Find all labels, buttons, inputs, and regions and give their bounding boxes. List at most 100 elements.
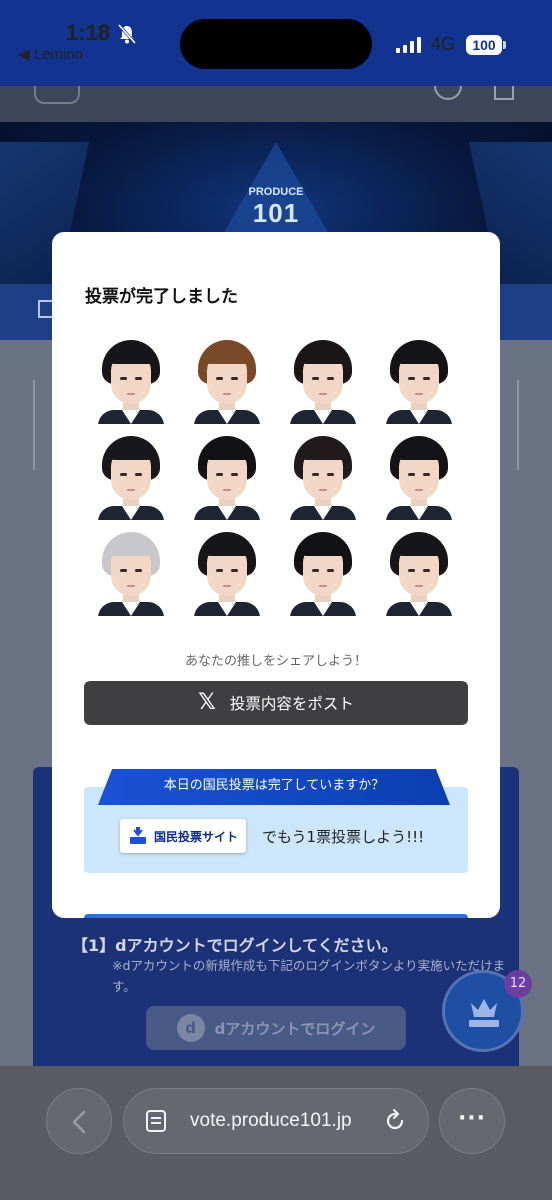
x-logo-icon: 𝕏 [198, 690, 216, 715]
trainee-photo [94, 434, 168, 520]
national-vote-site-link[interactable]: 国民投票サイト [120, 819, 246, 853]
trainee-photo [190, 338, 264, 424]
portrait-eye-r [327, 377, 334, 380]
portrait-eye-r [135, 377, 142, 380]
portrait-eye-r [327, 569, 334, 572]
portrait-eye-l [408, 569, 415, 572]
portrait-mouth [415, 489, 423, 491]
portrait-bangs [204, 344, 250, 364]
bell-slash-icon [118, 24, 136, 44]
share-icon[interactable] [494, 86, 514, 100]
portrait-bangs [396, 536, 442, 556]
trainee-photo [382, 338, 456, 424]
modal-title: 投票が完了しました [85, 287, 238, 307]
portrait-eye-l [312, 569, 319, 572]
trainee-photo [94, 530, 168, 616]
battery-indicator: 100 [466, 35, 502, 55]
divider-right [517, 380, 519, 470]
chevron-left-icon [72, 1110, 86, 1134]
portrait-mouth [415, 393, 423, 395]
site-chip-label: 国民投票サイト [154, 829, 239, 844]
tabs-icon[interactable] [144, 1108, 170, 1134]
share-prompt: あなたの推しをシェアしよう！ [184, 654, 367, 669]
trainee-photo [382, 530, 456, 616]
user-icon[interactable] [434, 86, 462, 100]
portrait-mouth [319, 489, 327, 491]
network-type: 4G [431, 34, 456, 54]
d-account-login-button[interactable]: d dアカウントでログイン [146, 1006, 406, 1050]
trainee-photo [286, 434, 360, 520]
portrait-mouth [127, 585, 135, 587]
portrait-eye-l [216, 569, 223, 572]
trainee-photo [382, 434, 456, 520]
step-title: 【1】dアカウントでログインしてください。 [72, 936, 398, 955]
site-logo[interactable] [34, 86, 80, 104]
portrait-mouth [223, 489, 231, 491]
login-button-label: dアカウントでログイン [214, 1019, 376, 1038]
portrait-eye-r [327, 473, 334, 476]
modal-scroll-peek [84, 914, 468, 918]
trainee-photo [286, 338, 360, 424]
portrait-mouth [319, 393, 327, 395]
portrait-eye-l [120, 569, 127, 572]
portrait-bangs [396, 344, 442, 364]
post-button-label: 投票内容をポスト [229, 695, 354, 713]
portrait-eye-r [423, 473, 430, 476]
d-account-icon: d [176, 1014, 205, 1042]
status-time: 1:18 [66, 20, 111, 45]
portrait-bangs [396, 440, 442, 460]
portrait-eye-r [231, 473, 238, 476]
portrait-eye-r [135, 473, 142, 476]
portrait-eye-l [408, 377, 415, 380]
portrait-mouth [415, 585, 423, 587]
portrait-eye-l [120, 377, 127, 380]
portrait-bangs [300, 536, 346, 556]
trainee-photo [190, 530, 264, 616]
portrait-eye-r [231, 377, 238, 380]
portrait-bangs [300, 440, 346, 460]
vote-cta-text: でもう1票投票しよう!!! [262, 828, 425, 846]
portrait-eye-l [216, 377, 223, 380]
portrait-bangs [108, 344, 154, 364]
hero-logo-number: 101 [252, 198, 300, 228]
portrait-eye-l [312, 473, 319, 476]
ballot-icon [130, 827, 146, 844]
portrait-bangs [204, 440, 250, 460]
portrait-bangs [108, 440, 154, 460]
portrait-eye-r [423, 569, 430, 572]
url-text[interactable]: vote.produce101.jp [190, 1110, 352, 1132]
trainee-photo [94, 338, 168, 424]
site-header [0, 86, 552, 122]
portrait-mouth [127, 489, 135, 491]
crown-icon [469, 999, 499, 1027]
trainee-photo [286, 530, 360, 616]
vote-complete-modal: 投票が完了しました あなたの推しをシェアしよう！ 𝕏 投票内容をポスト 本日の国… [52, 232, 500, 918]
hero-logo-text: PRODUCE [248, 186, 304, 198]
portrait-eye-r [135, 569, 142, 572]
portrait-mouth [319, 585, 327, 587]
dynamic-island [180, 19, 372, 69]
portrait-bangs [204, 536, 250, 556]
portrait-eye-l [120, 473, 127, 476]
portrait-mouth [127, 393, 135, 395]
banner-ribbon: 本日の国民投票は完了していますか？ [98, 769, 450, 805]
portrait-mouth [223, 393, 231, 395]
portrait-eye-l [408, 473, 415, 476]
portrait-eye-l [216, 473, 223, 476]
divider-left [33, 380, 35, 470]
portrait-eye-r [423, 377, 430, 380]
portrait-bangs [300, 344, 346, 364]
portrait-eye-r [231, 569, 238, 572]
more-button[interactable]: ··· [439, 1088, 505, 1154]
portrait-eye-l [312, 377, 319, 380]
fab-badge-count: 12 [504, 970, 532, 998]
battery-nub [503, 41, 506, 49]
post-vote-button[interactable]: 𝕏 投票内容をポスト [84, 681, 468, 725]
portrait-bangs [108, 536, 154, 556]
reload-icon[interactable] [382, 1108, 408, 1134]
browser-back-button[interactable] [46, 1088, 112, 1154]
portrait-mouth [223, 585, 231, 587]
signal-icon [396, 37, 421, 53]
back-to-app-link[interactable]: ◀ Lemino [18, 45, 83, 63]
trainee-photo [190, 434, 264, 520]
